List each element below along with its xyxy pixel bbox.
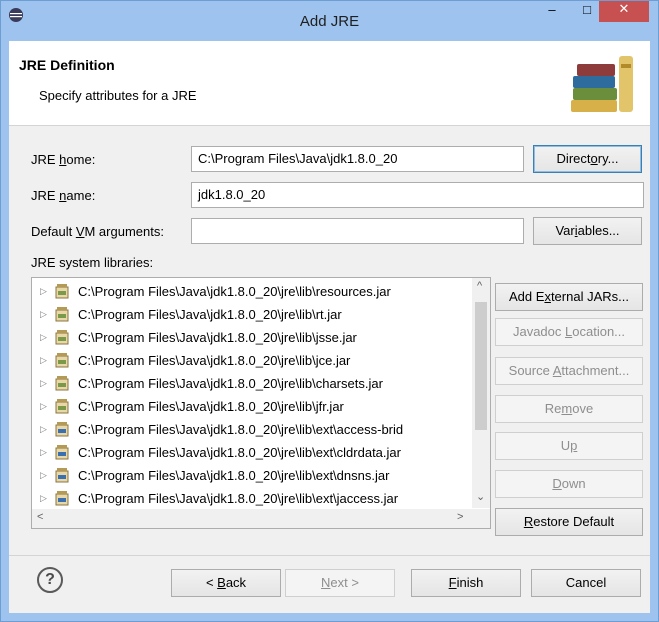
jar-icon [55,376,69,391]
cancel-button[interactable]: Cancel [531,569,641,597]
expand-arrow-icon[interactable]: ▷ [40,326,47,349]
library-path: C:\Program Files\Java\jdk1.8.0_20\jre\li… [78,491,399,506]
books-icon [571,56,633,112]
banner-description: Specify attributes for a JRE [39,88,197,103]
vertical-scroll-thumb[interactable] [475,302,487,430]
expand-arrow-icon[interactable]: ▷ [40,487,47,510]
maximize-button[interactable]: □ [572,2,602,22]
scroll-down-icon[interactable]: ⌄ [476,490,485,503]
jre-name-field[interactable]: jdk1.8.0_20 [191,182,644,208]
jar-icon [55,399,69,414]
expand-arrow-icon[interactable]: ▷ [40,372,47,395]
title-bar[interactable]: Add JRE – □ ✕ [1,1,658,41]
help-icon[interactable]: ? [37,567,63,593]
expand-arrow-icon[interactable]: ▷ [40,441,47,464]
header-banner: JRE Definition Specify attributes for a … [9,41,650,126]
dialog-body: JRE Definition Specify attributes for a … [9,41,650,613]
next-button[interactable]: Next > [285,569,395,597]
expand-arrow-icon[interactable]: ▷ [40,349,47,372]
vm-arguments-label: Default VM arguments: [31,224,164,239]
banner-title: JRE Definition [19,57,115,73]
library-path: C:\Program Files\Java\jdk1.8.0_20\jre\li… [78,353,351,368]
close-icon: ✕ [618,1,630,16]
restore-default-button[interactable]: Restore Default [495,508,643,536]
expand-arrow-icon[interactable]: ▷ [40,303,47,326]
library-row[interactable]: ▷ C:\Program Files\Java\jdk1.8.0_20\jre\l… [32,464,472,487]
scroll-right-icon[interactable]: > [457,511,463,523]
binary-jar-icon [55,445,69,460]
directory-button[interactable]: Directory... [533,145,642,173]
scroll-up-icon[interactable]: ^ [477,280,482,292]
library-row[interactable]: ▷ C:\Program Files\Java\jdk1.8.0_20\jre\l… [32,349,472,372]
library-path: C:\Program Files\Java\jdk1.8.0_20\jre\li… [78,376,383,391]
jar-icon [55,353,69,368]
library-path: C:\Program Files\Java\jdk1.8.0_20\jre\li… [78,330,357,345]
library-row[interactable]: ▷ C:\Program Files\Java\jdk1.8.0_20\jre\l… [32,303,472,326]
finish-button[interactable]: Finish [411,569,521,597]
jre-name-label: JRE name: [31,188,96,203]
library-path: C:\Program Files\Java\jdk1.8.0_20\jre\li… [78,445,401,460]
library-row[interactable]: ▷ C:\Program Files\Java\jdk1.8.0_20\jre\l… [32,395,472,418]
minimize-button[interactable]: – [537,2,567,22]
library-row[interactable]: ▷ C:\Program Files\Java\jdk1.8.0_20\jre\l… [32,372,472,395]
down-button[interactable]: Down [495,470,643,498]
add-external-jars-button[interactable]: Add External JARs... [495,283,643,311]
jre-home-field[interactable]: C:\Program Files\Java\jdk1.8.0_20 [191,146,524,172]
jar-icon [55,307,69,322]
up-button[interactable]: Up [495,432,643,460]
scroll-corner [472,509,490,528]
library-row[interactable]: ▷ C:\Program Files\Java\jdk1.8.0_20\jre\l… [32,326,472,349]
maximize-icon: □ [583,2,591,17]
library-path: C:\Program Files\Java\jdk1.8.0_20\jre\li… [78,468,390,483]
system-libraries-label: JRE system libraries: [31,255,154,270]
library-path: C:\Program Files\Java\jdk1.8.0_20\jre\li… [78,399,344,414]
binary-jar-icon [55,422,69,437]
library-path: C:\Program Files\Java\jdk1.8.0_20\jre\li… [78,284,391,299]
library-path: C:\Program Files\Java\jdk1.8.0_20\jre\li… [78,422,404,437]
close-button[interactable]: ✕ [599,1,649,22]
binary-jar-icon [55,491,69,506]
add-jre-window: Add JRE – □ ✕ JRE Definition Specify att… [0,0,659,622]
minimize-icon: – [548,2,556,17]
jar-icon [55,330,69,345]
library-row[interactable]: ▷ C:\Program Files\Java\jdk1.8.0_20\jre\l… [32,280,472,303]
horizontal-scrollbar[interactable]: < > [32,509,472,528]
source-attachment-button[interactable]: Source Attachment... [495,357,643,385]
expand-arrow-icon[interactable]: ▷ [40,280,47,303]
variables-button[interactable]: Variables... [533,217,642,245]
expand-arrow-icon[interactable]: ▷ [40,418,47,441]
back-button[interactable]: < Back [171,569,281,597]
jar-icon [55,284,69,299]
javadoc-location-button[interactable]: Javadoc Location... [495,318,643,346]
library-row[interactable]: ▷ C:\Program Files\Java\jdk1.8.0_20\jre\l… [32,441,472,464]
binary-jar-icon [55,468,69,483]
vm-arguments-field[interactable] [191,218,524,244]
library-row[interactable]: ▷ C:\Program Files\Java\jdk1.8.0_20\jre\l… [32,487,472,510]
expand-arrow-icon[interactable]: ▷ [40,464,47,487]
remove-button[interactable]: Remove [495,395,643,423]
footer-separator [9,555,650,556]
jre-home-label: JRE home: [31,152,96,167]
expand-arrow-icon[interactable]: ▷ [40,395,47,418]
library-row[interactable]: ▷ C:\Program Files\Java\jdk1.8.0_20\jre\l… [32,418,472,441]
libraries-tree[interactable]: ▷ C:\Program Files\Java\jdk1.8.0_20\jre\l… [31,277,491,529]
library-path: C:\Program Files\Java\jdk1.8.0_20\jre\li… [78,307,342,322]
scroll-left-icon[interactable]: < [37,511,43,523]
vertical-scrollbar[interactable]: ^ ⌄ [472,278,490,508]
